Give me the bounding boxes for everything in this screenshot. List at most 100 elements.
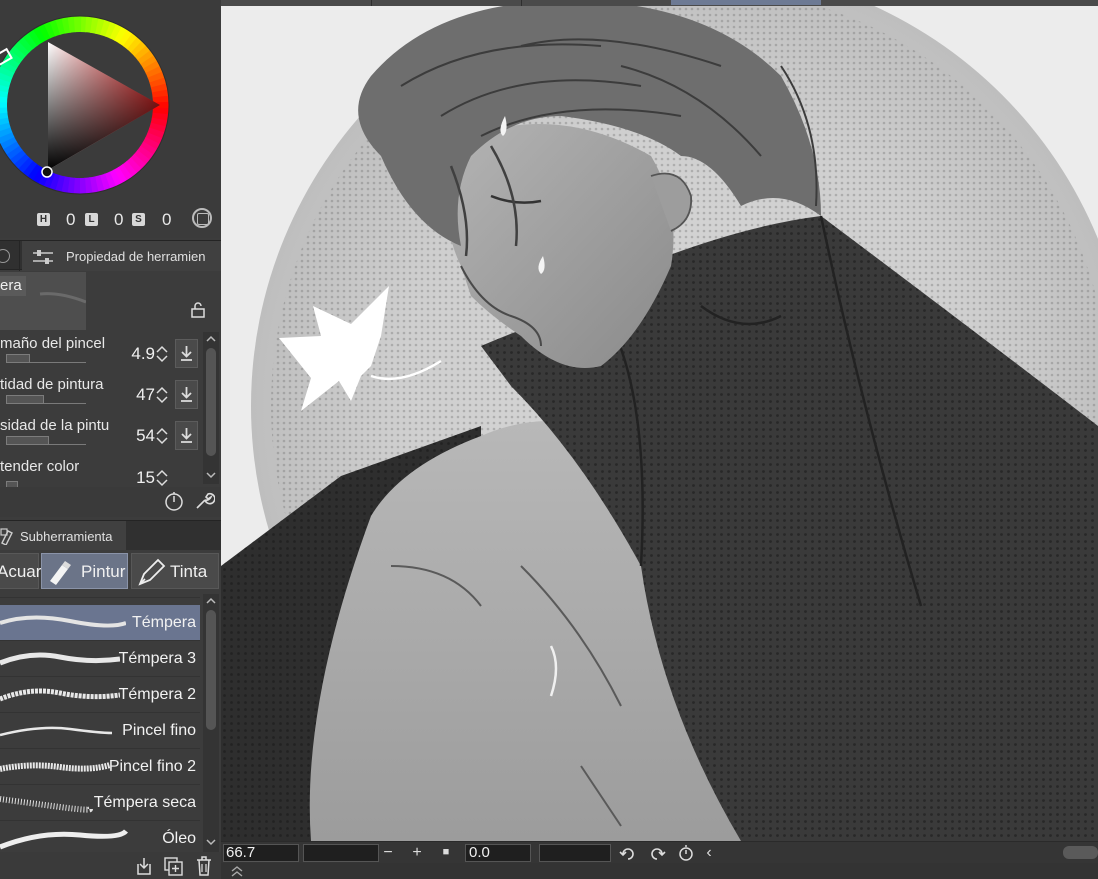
color-wheel-panel: H 0 L 0 S 0 <box>0 0 221 238</box>
fit-screen-button[interactable]: ■ <box>435 843 457 863</box>
saturation-value: 0 <box>162 210 172 229</box>
subtool-name: Témpera 3 <box>118 650 196 667</box>
list-item[interactable]: Óleo <box>0 821 200 852</box>
bottom-strip <box>221 863 1098 879</box>
list-item[interactable]: Témpera 3 <box>0 641 200 677</box>
scroll-up-icon[interactable] <box>203 594 219 608</box>
property-value[interactable]: 47 <box>136 385 155 405</box>
property-label: sidad de la pintu <box>0 417 110 434</box>
subtool-name: Pincel fino 2 <box>108 758 196 775</box>
list-item[interactable]: Pincel fino <box>0 713 200 749</box>
rotate-right-icon[interactable] <box>648 845 666 861</box>
subtool-name: Pincel fino <box>122 722 196 739</box>
subtool-footer <box>0 852 221 879</box>
download-button[interactable] <box>175 380 198 409</box>
color-picker-handle[interactable] <box>41 166 53 178</box>
rotation-slider[interactable] <box>539 844 611 862</box>
list-item[interactable]: Témpera <box>0 605 200 641</box>
scroll-down-icon[interactable] <box>203 468 219 482</box>
collapse-button[interactable]: ‹ <box>701 843 717 863</box>
property-value[interactable]: 54 <box>136 426 155 446</box>
property-slider[interactable] <box>6 395 86 404</box>
brush-stroke-icon <box>0 652 120 666</box>
tab-tool-property[interactable]: Propiedad de herramien <box>22 241 221 271</box>
zoom-in-button[interactable]: + <box>406 843 428 863</box>
lock-icon[interactable] <box>190 302 206 318</box>
download-button[interactable] <box>175 421 198 450</box>
color-wheel[interactable] <box>0 0 221 206</box>
brush-stroke-icon <box>0 796 93 813</box>
list-item-partial <box>0 594 200 598</box>
scroll-up-icon[interactable] <box>203 332 219 346</box>
status-bar: 66.7 − + ■ 0.0 ‹ <box>221 841 1098 863</box>
property-value[interactable]: 15 <box>136 468 155 488</box>
subtool-scrollbar[interactable] <box>203 594 219 852</box>
artwork-canvas[interactable] <box>221 6 1098 841</box>
tab-tool-property-label: Propiedad de herramien <box>66 249 206 264</box>
download-button[interactable] <box>175 339 198 368</box>
horizontal-scrollbar[interactable] <box>1063 846 1098 859</box>
tab-subtool-label: Subherramienta <box>20 529 113 544</box>
duplicate-icon[interactable] <box>163 856 185 876</box>
rotation-angle-field[interactable]: 0.0 <box>465 844 531 862</box>
rotate-left-icon[interactable] <box>619 845 637 861</box>
subtool-name: Témpera <box>127 614 196 632</box>
scroll-down-icon[interactable] <box>203 835 219 849</box>
canvas-area[interactable] <box>221 0 1098 879</box>
subtool-name: Óleo <box>162 830 196 847</box>
spinner-icon[interactable] <box>156 468 168 488</box>
subtool-name: Témpera seca <box>93 794 196 811</box>
property-footer <box>0 487 221 517</box>
list-item[interactable]: Témpera seca <box>0 785 200 821</box>
saturation-key: S <box>132 213 145 226</box>
hue-key: H <box>37 213 50 226</box>
subtool-list: Témpera Témpera 3 Témpera 2 Pincel fino … <box>0 594 203 852</box>
zoom-out-button[interactable]: − <box>377 843 399 863</box>
property-value[interactable]: 4.9 <box>131 344 155 364</box>
lightness-value: 0 <box>114 210 124 229</box>
zoom-slider[interactable] <box>303 844 379 862</box>
spinner-icon[interactable] <box>156 344 168 364</box>
trash-icon[interactable] <box>194 855 214 877</box>
property-slider[interactable] <box>6 436 86 445</box>
property-slider[interactable] <box>6 354 86 363</box>
tool-name: era <box>0 276 26 296</box>
property-list: maño del pincel 4.9 tidad de pintura 47 … <box>0 332 221 490</box>
brush-stroke-icon <box>0 688 120 702</box>
reset-rotation-icon[interactable] <box>677 844 695 862</box>
subtool-icon <box>0 528 13 545</box>
tab-previous[interactable] <box>0 241 20 271</box>
chevron-up-icon[interactable] <box>230 865 244 877</box>
dial-icon[interactable] <box>163 490 185 512</box>
group-button-watercolor[interactable]: Acuar <box>0 553 41 589</box>
circle-icon <box>0 249 10 263</box>
group-button-ink[interactable]: Tinta <box>131 553 219 589</box>
property-scrollbar[interactable] <box>203 332 219 484</box>
property-label: tidad de pintura <box>0 376 104 393</box>
brush-stroke-icon <box>0 762 111 772</box>
scrollbar-thumb[interactable] <box>206 610 216 730</box>
zoom-field[interactable]: 66.7 <box>223 844 299 862</box>
strip-divider <box>371 0 372 6</box>
tool-property-tabbar: Propiedad de herramien <box>0 240 221 271</box>
spinner-icon[interactable] <box>156 426 168 446</box>
brush-preview: era <box>0 272 221 330</box>
color-mode-icon[interactable] <box>192 208 212 228</box>
list-item[interactable]: Pincel fino 2 <box>0 749 200 785</box>
wrench-icon[interactable] <box>193 490 215 512</box>
subtool-group-row: Acuar Pintur Tinta <box>0 550 221 592</box>
download-icon <box>181 428 192 443</box>
list-item[interactable]: Témpera 2 <box>0 677 200 713</box>
strip-divider <box>521 0 522 6</box>
group-label: Tinta <box>170 562 208 581</box>
active-canvas-tab[interactable] <box>671 0 821 5</box>
paint-tube-icon <box>50 561 71 585</box>
subtool-name: Témpera 2 <box>118 686 196 703</box>
group-button-paint[interactable]: Pintur <box>41 553 128 589</box>
property-row-brush-size: maño del pincel 4.9 <box>0 332 203 372</box>
left-panel: H 0 L 0 S 0 Propiedad de herramien era m… <box>0 0 221 879</box>
tab-subtool[interactable]: Subherramienta <box>0 521 126 551</box>
spinner-icon[interactable] <box>156 385 168 405</box>
import-icon[interactable] <box>134 856 154 876</box>
scrollbar-thumb[interactable] <box>206 348 216 456</box>
